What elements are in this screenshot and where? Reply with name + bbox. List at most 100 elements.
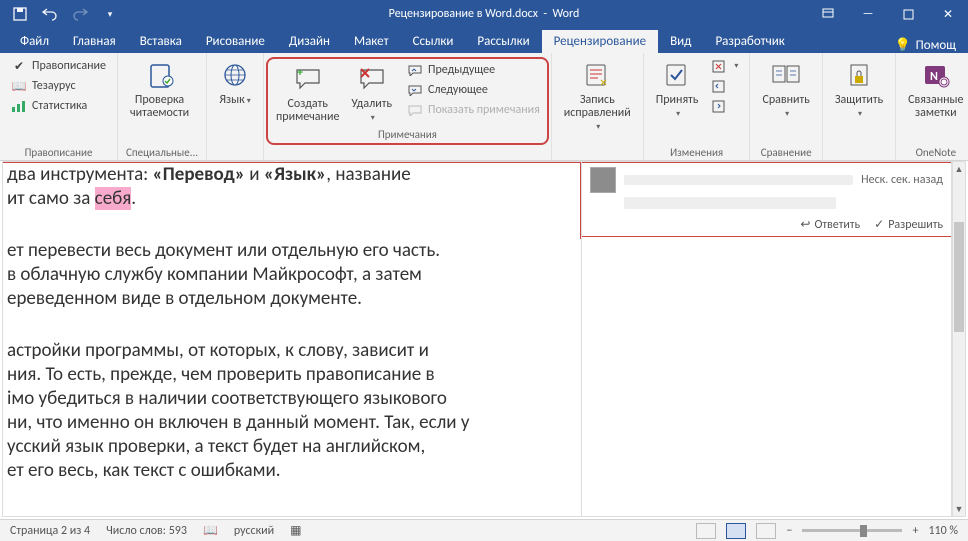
group-proofing: ✔Правописание 📖Тезаурус Статистика Право… — [0, 53, 118, 160]
tab-insert[interactable]: Вставка — [128, 30, 194, 53]
prev-comment-icon — [407, 62, 423, 78]
prev-comment-button[interactable]: Предыдущее — [404, 61, 543, 79]
compare-icon — [770, 59, 802, 91]
minimize-button[interactable]: — — [848, 0, 888, 28]
onenote-icon: N — [920, 59, 952, 91]
chevron-down-icon: ▾ — [596, 122, 600, 132]
reject-icon — [711, 58, 727, 74]
track-changes-button[interactable]: Запись исправлений ▾ — [560, 57, 635, 136]
group-label: Примечания — [272, 128, 543, 141]
group-protect: Защитить▾ — [823, 53, 896, 160]
globe-icon — [219, 59, 251, 91]
group-label: OneNote — [904, 146, 967, 159]
scroll-up-icon[interactable]: ▲ — [953, 162, 965, 176]
language-button[interactable]: Язык▾ — [215, 57, 255, 110]
zoom-level[interactable]: 110 % — [928, 524, 958, 538]
group-onenote: N Связанные заметки OneNote — [896, 53, 968, 160]
close-button[interactable]: ✕ — [928, 0, 968, 28]
next-change-icon — [711, 98, 727, 114]
protect-button[interactable]: Защитить▾ — [831, 57, 887, 123]
reject-button[interactable]: ▾ — [708, 57, 741, 75]
check-accessibility-button[interactable]: Проверка читаемости — [126, 57, 193, 122]
view-read-button[interactable] — [696, 523, 716, 539]
group-accessibility: Проверка читаемости Специальные... — [118, 53, 207, 160]
accept-icon — [661, 59, 693, 91]
accessibility-icon — [144, 59, 176, 91]
quick-access-toolbar: ▾ — [0, 6, 118, 22]
zoom-knob[interactable] — [860, 525, 867, 537]
group-label: Сравнение — [758, 146, 813, 159]
chevron-down-icon: ▾ — [247, 96, 251, 106]
save-icon[interactable] — [12, 6, 28, 22]
tell-me[interactable]: 💡 Помощ — [894, 38, 968, 53]
stats-button[interactable]: Статистика — [8, 97, 109, 115]
maximize-button[interactable] — [888, 0, 928, 28]
page-indicator[interactable]: Страница 2 из 4 — [10, 524, 90, 538]
tab-developer[interactable]: Разработчик — [703, 30, 796, 53]
scroll-thumb[interactable] — [954, 222, 964, 332]
resolve-button[interactable]: ✓Разрешить — [874, 217, 943, 232]
comments-pane: Неск. сек. назад ↩Ответить ✓Разрешить — [581, 162, 951, 516]
chevron-down-icon: ▾ — [785, 109, 789, 119]
document-area: два инструмента: «Перевод» и «Язык», наз… — [2, 161, 952, 517]
word-count[interactable]: Число слов: 593 — [106, 524, 187, 538]
prev-change-button[interactable] — [708, 77, 741, 95]
scroll-down-icon[interactable]: ▼ — [953, 502, 965, 516]
tab-layout[interactable]: Макет — [342, 30, 401, 53]
vertical-scrollbar[interactable]: ▲ ▼ — [952, 161, 966, 517]
undo-icon[interactable] — [42, 6, 58, 22]
macro-indicator-icon[interactable]: ▦ — [290, 523, 301, 538]
view-web-button[interactable] — [756, 523, 776, 539]
accept-button[interactable]: Принять▾ — [652, 57, 703, 123]
show-comments-icon — [407, 102, 423, 118]
ribbon-options-icon[interactable] — [808, 0, 848, 28]
qat-customize-icon[interactable]: ▾ — [102, 6, 118, 22]
status-bar: Страница 2 из 4 Число слов: 593 📖 русски… — [0, 519, 968, 541]
tab-design[interactable]: Дизайн — [277, 30, 342, 53]
lock-icon — [843, 59, 875, 91]
compare-button[interactable]: Сравнить▾ — [758, 57, 813, 123]
chevron-down-icon: ▾ — [734, 61, 738, 71]
tab-draw[interactable]: Рисование — [194, 30, 277, 53]
tab-mailings[interactable]: Рассылки — [465, 30, 541, 53]
reply-button[interactable]: ↩Ответить — [800, 217, 860, 232]
comment-card[interactable]: Неск. сек. назад ↩Ответить ✓Разрешить — [582, 162, 951, 237]
spelling-button[interactable]: ✔Правописание — [8, 57, 109, 75]
next-change-button[interactable] — [708, 97, 741, 115]
group-comments: + Создать примечание Удалить▾ Предыдущее… — [264, 53, 552, 160]
redo-icon[interactable] — [72, 6, 88, 22]
zoom-in-button[interactable]: + — [912, 524, 918, 538]
tab-view[interactable]: Вид — [658, 30, 703, 53]
tab-home[interactable]: Главная — [61, 30, 128, 53]
next-comment-button[interactable]: Следующее — [404, 81, 543, 99]
chevron-down-icon: ▾ — [676, 109, 680, 119]
comment-author — [624, 175, 853, 185]
thesaurus-icon: 📖 — [11, 78, 27, 94]
comment-text — [624, 197, 836, 209]
resolve-icon: ✓ — [874, 217, 884, 232]
zoom-slider[interactable] — [802, 529, 902, 532]
app-name: Word — [552, 7, 579, 21]
commented-text[interactable]: себя — [95, 187, 132, 210]
group-label: Изменения — [652, 146, 742, 159]
thesaurus-button[interactable]: 📖Тезаурус — [8, 77, 109, 95]
language-indicator[interactable]: русский — [234, 524, 274, 538]
new-comment-icon: + — [292, 63, 324, 95]
new-comment-button[interactable]: + Создать примечание — [272, 61, 343, 126]
linked-notes-button[interactable]: N Связанные заметки — [904, 57, 967, 122]
avatar — [590, 167, 616, 193]
tab-review[interactable]: Рецензирование — [542, 30, 658, 53]
group-label: Специальные... — [126, 146, 198, 159]
view-print-button[interactable] — [726, 523, 746, 539]
delete-comment-button[interactable]: Удалить▾ — [347, 61, 396, 127]
ribbon-tabs: Файл Главная Вставка Рисование Дизайн Ма… — [0, 28, 968, 53]
chevron-down-icon: ▾ — [858, 109, 862, 119]
group-tracking: Запись исправлений ▾ — [552, 53, 644, 160]
track-changes-icon — [581, 59, 613, 91]
proofing-status-icon[interactable]: 📖 — [203, 523, 218, 538]
zoom-out-button[interactable]: − — [786, 524, 792, 538]
tab-references[interactable]: Ссылки — [401, 30, 466, 53]
tab-file[interactable]: Файл — [8, 30, 61, 53]
document-body[interactable]: два инструмента: «Перевод» и «Язык», наз… — [3, 162, 581, 516]
reply-icon: ↩ — [800, 217, 810, 232]
